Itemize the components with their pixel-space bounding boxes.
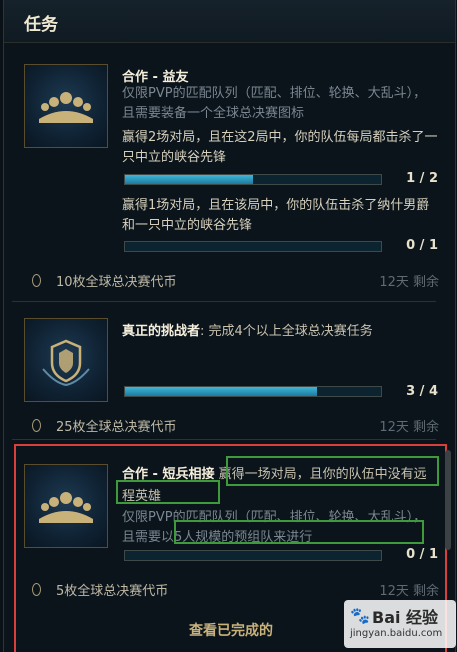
panel-title: 任务	[24, 15, 58, 35]
watermark-url: jingyan.baidu.com	[350, 628, 443, 639]
divider	[12, 439, 436, 440]
highlight-box	[174, 520, 424, 544]
highlight-box	[116, 480, 220, 504]
paw-icon: 🐾	[350, 606, 370, 625]
mission-list[interactable]: 合作 - 益友 仅限PVP的匹配队列（匹配、排位、轮换、大乱斗），且需要装备一个…	[4, 42, 455, 652]
progress-count: 3 / 4	[406, 384, 438, 399]
team-icon	[24, 64, 108, 148]
progress-bar	[124, 241, 382, 252]
scrollbar-thumb[interactable]	[445, 450, 451, 550]
progress-fill	[125, 175, 253, 184]
mission-reward: 25枚全球总决赛代币	[32, 416, 177, 435]
mission-description: 仅限PVP的匹配队列（匹配、排位、轮换、大乱斗），且需要装备一个全球总决赛图标	[122, 86, 427, 121]
mission-title: 真正的挑战者	[122, 324, 201, 339]
watermark-title: Bai 经验	[372, 608, 439, 627]
highlight-box	[226, 456, 439, 486]
scrollbar[interactable]	[445, 50, 451, 610]
worlds-crest-icon	[24, 318, 108, 402]
time-remaining: 12天 剩余	[379, 275, 439, 290]
divider	[12, 301, 436, 302]
objective-text: 赢得1场对局，且在该局中，你的队伍击杀了纳什男爵和一只中立的峡谷先锋	[122, 198, 430, 233]
mission-reward: 10枚全球总决赛代币	[32, 271, 177, 290]
mission-card[interactable]: 合作 - 益友 仅限PVP的匹配队列（匹配、排位、轮换、大乱斗），且需要装备一个…	[4, 42, 444, 304]
view-completed-link[interactable]: 查看已完成的	[189, 620, 273, 640]
missions-panel: 任务 合作 - 益友 仅限PVP的匹配队列（匹配、排位、轮换、大乱斗），且需要装…	[3, 0, 456, 652]
mission-card[interactable]: 真正的挑战者: 完成4个以上全球总决赛任务 3 / 4 25枚全球总决赛代币 1…	[4, 304, 444, 438]
progress-count: 1 / 2	[406, 171, 438, 186]
token-icon	[32, 419, 41, 432]
progress-bar	[124, 174, 382, 185]
mission-title: 合作 - 益友	[122, 70, 189, 85]
time-remaining: 12天 剩余	[379, 420, 439, 435]
progress-bar	[124, 386, 382, 397]
progress-fill	[125, 387, 317, 396]
watermark: 🐾 Bai 经验 jingyan.baidu.com	[344, 600, 456, 648]
panel-header: 任务	[4, 0, 455, 43]
reward-text: 25枚全球总决赛代币	[56, 420, 177, 435]
token-icon	[32, 274, 41, 287]
mission-title-suffix: : 完成4个以上全球总决赛任务	[200, 324, 373, 339]
objective-text: 赢得2场对局，且在这2局中，你的队伍每局都击杀了一只中立的峡谷先锋	[122, 130, 438, 165]
progress-count: 0 / 1	[406, 238, 438, 253]
reward-text: 10枚全球总决赛代币	[56, 275, 177, 290]
